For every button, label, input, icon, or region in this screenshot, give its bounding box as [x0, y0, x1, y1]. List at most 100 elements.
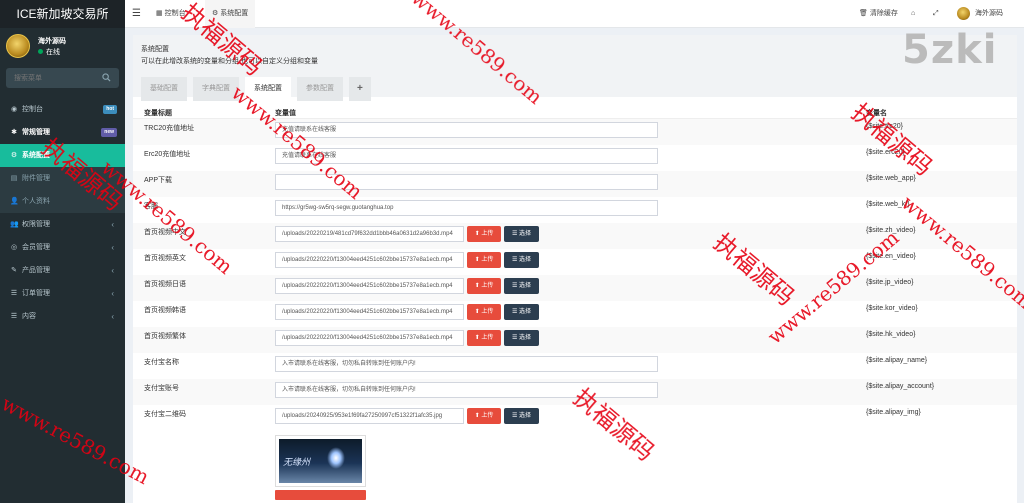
table-header: 变量标题 变量值 变量名 [133, 97, 1017, 119]
sidebar-item-label: 个人资料 [22, 198, 50, 205]
upload-icon: ⬆ [474, 335, 480, 341]
upload-button[interactable]: ⬆ 上传 [467, 408, 501, 424]
upload-button[interactable]: ⬆ 上传 [467, 330, 501, 346]
select-label: 选择 [519, 257, 532, 263]
sidebar-item-4[interactable]: 👤 个人资料 [0, 190, 125, 213]
row-value-input[interactable]: /uploads/20220219/481cd79f632dd1bbb46a06… [275, 226, 464, 242]
sidebar-item-7[interactable]: ✎ 产品管理 ‹ [0, 259, 125, 282]
chevron-left-icon: ‹ [111, 266, 114, 275]
sidebar-item-1[interactable]: ✱ 常规管理 new [0, 121, 125, 144]
table-row: 首页视频英文/uploads/20220220/f13004eed4251c60… [133, 249, 1017, 275]
search-icon[interactable] [102, 73, 111, 82]
row-value-input[interactable]: /uploads/20220220/f13004eed4251c602bbe15… [275, 304, 464, 320]
table-row: 首页视频中文/uploads/20220219/481cd79f632dd1bb… [133, 223, 1017, 249]
clear-cache-button[interactable]: 🗑 清除缓存 [859, 0, 898, 28]
menu-badge: hot [103, 105, 117, 114]
row-variable-name: {$site.alipay_account} [866, 383, 935, 390]
list-icon: ☰ [511, 335, 518, 341]
cog-icon: ⚙ [10, 152, 18, 159]
upload-button[interactable]: ⬆ 上传 [467, 252, 501, 268]
select-label: 选择 [519, 231, 532, 237]
upload-button[interactable]: ⬆ 上传 [467, 304, 501, 320]
row-title: 支付宝名称 [144, 359, 179, 366]
row-value-input[interactable]: https://gr5wg-sw5rq-segw.guotanghua.top [275, 200, 658, 216]
row-title: 首页视频英文 [144, 255, 186, 262]
row-variable-name: {$site.alipay_name} [866, 357, 928, 364]
select-button[interactable]: ☰ 选择 [504, 252, 539, 268]
row-variable-name: {$site.web_app} [866, 175, 916, 182]
menu-toggle-icon[interactable]: ☰ [132, 0, 141, 28]
select-button[interactable]: ☰ 选择 [504, 226, 539, 242]
group-icon: 👥 [10, 221, 19, 228]
row-value-input[interactable]: /uploads/20220220/f13004eed4251c602bbe15… [275, 278, 464, 294]
row-title: 支付宝账号 [144, 385, 179, 392]
table-row: 支付宝名称 入市请联系在线客服，切勿私自转账到任何账户内! {$site.alipa… [133, 353, 1017, 379]
user-avatar [6, 34, 30, 58]
tab-dashboard-label: 控制台 [164, 10, 186, 17]
row-value-input[interactable]: /uploads/20220220/f13004eed4251c602bbe15… [275, 252, 464, 268]
row-value-input[interactable]: 充值请联系在线客服 [275, 122, 658, 138]
fullscreen-icon[interactable]: ⤢ [933, 0, 939, 28]
select-button[interactable]: ☰ 选择 [504, 330, 539, 346]
sidebar-item-2[interactable]: ⚙ 系统配置 [0, 144, 125, 167]
home-icon[interactable]: ⌂ [911, 0, 915, 28]
panel-header: 系统配置 可以在此增改系统的变量和分组,也可以自定义分组和变量 基础配置 字典配置… [133, 35, 1017, 101]
panel-description: 可以在此增改系统的变量和分组,也可以自定义分组和变量 [141, 58, 318, 65]
row-value-input[interactable] [275, 174, 658, 190]
topbar-user-name[interactable]: 海外源码 [975, 0, 1003, 28]
sidebar-item-8[interactable]: ☰ 订单管理 ‹ [0, 282, 125, 305]
tab-dashboard[interactable]: ▦ 控制台 [156, 0, 186, 28]
upload-label: 上传 [481, 231, 494, 237]
upload-icon: ⬆ [474, 231, 480, 237]
user-name: 海外源码 [38, 38, 66, 45]
sidebar-item-label: 附件管理 [22, 175, 50, 182]
row-title: 客服 [144, 203, 158, 210]
select-button[interactable]: ☰ 选择 [504, 278, 539, 294]
list-icon: ☰ [10, 313, 18, 320]
upload-label: 上传 [481, 309, 494, 315]
sidebar-item-5[interactable]: 👥 权限管理 ‹ [0, 213, 125, 236]
list-icon: ☰ [511, 283, 518, 289]
chevron-left-icon: ‹ [111, 220, 114, 229]
row-value-input[interactable]: /uploads/20220220/f13004eed4251c602bbe15… [275, 330, 464, 346]
pencil-icon: ✎ [11, 267, 17, 274]
app-logo[interactable]: ICE新加坡交易所 [0, 0, 125, 28]
row-variable-name: {$site.web_kf} [866, 201, 910, 208]
row-variable-name: {$site.hk_video} [866, 331, 916, 338]
row-variable-name: {$site.trc20} [866, 123, 903, 130]
upload-icon: ⬆ [474, 257, 480, 263]
row-title: 支付宝二维码 [144, 411, 186, 418]
list-icon: ☰ [511, 413, 518, 419]
row-value-input[interactable]: 充值请联系在线客服 [275, 148, 658, 164]
topbar-avatar[interactable] [957, 7, 970, 20]
row-variable-name: {$site.jp_video} [866, 279, 914, 286]
select-label: 选择 [519, 283, 532, 289]
table-row: 支付宝二维码/uploads/20240925/953e1f69fa272509… [133, 405, 1017, 431]
sidebar-item-label: 内容 [22, 313, 36, 320]
user-icon: 👤 [10, 198, 19, 205]
sidebar-item-6[interactable]: ◎ 会员管理 ‹ [0, 236, 125, 259]
upload-icon: ⬆ [474, 413, 480, 419]
sidebar-item-label: 系统配置 [22, 152, 50, 159]
row-value-input[interactable]: 入市请联系在线客服，切勿私自转账到任何账户内! [275, 382, 658, 398]
select-button[interactable]: ☰ 选择 [504, 408, 539, 424]
select-button[interactable]: ☰ 选择 [504, 304, 539, 320]
user-status-label: 在线 [46, 49, 60, 56]
row-value-input[interactable]: 入市请联系在线客服，切勿私自转账到任何账户内! [275, 356, 658, 372]
qr-preview[interactable]: 无缘州 [275, 435, 366, 487]
upload-icon: ⬆ [474, 283, 480, 289]
table-row: 首页视频繁体/uploads/20220220/f13004eed4251c60… [133, 327, 1017, 353]
watermark-brand: 5zki [902, 27, 998, 73]
tab-system-config[interactable]: ⚙ 系统配置 [205, 0, 256, 28]
upload-button[interactable]: ⬆ 上传 [467, 278, 501, 294]
sidebar-item-3[interactable]: ▤ 附件管理 [0, 167, 125, 190]
row-value-input[interactable]: /uploads/20240925/953e1f69fa27250997cf51… [275, 408, 464, 424]
sidebar-item-9[interactable]: ☰ 内容 ‹ [0, 305, 125, 328]
sidebar-item-0[interactable]: ◉ 控制台 hot [0, 98, 125, 121]
upload-button[interactable]: ⬆ 上传 [467, 226, 501, 242]
panel-title: 系统配置 [141, 46, 169, 53]
user-circle-icon: ◎ [10, 244, 18, 251]
sidebar-item-label: 权限管理 [22, 221, 50, 228]
config-table: 变量标题 变量值 变量名 TRC20充值地址 充值请联系在线客服 {$site.tr… [133, 97, 1017, 431]
delete-image-button[interactable] [275, 490, 366, 500]
